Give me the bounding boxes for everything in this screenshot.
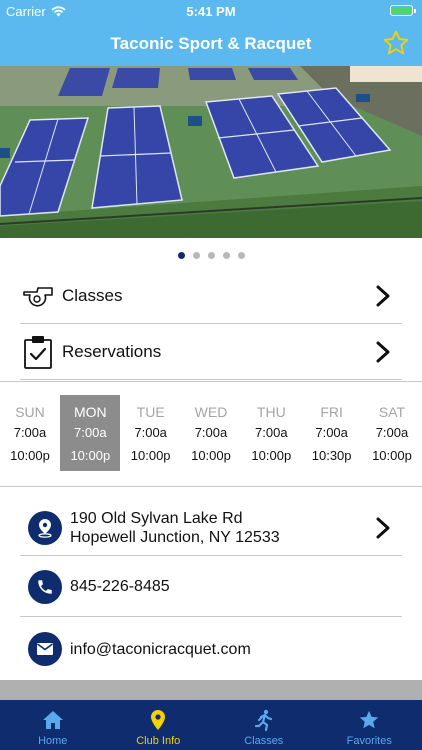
open-time: 7:00a bbox=[74, 425, 107, 440]
hours-day-thu: THU 7:00a 10:00p bbox=[241, 395, 301, 471]
hours-day-tue: TUE 7:00a 10:00p bbox=[121, 395, 181, 471]
address-row[interactable]: 190 Old Sylvan Lake Rd Hopewell Junction… bbox=[20, 500, 402, 556]
day-name: WED bbox=[194, 404, 228, 420]
page-dot-2[interactable] bbox=[192, 252, 200, 259]
page-dot-5[interactable] bbox=[237, 252, 245, 259]
page-dot-3[interactable] bbox=[207, 252, 215, 259]
open-time: 7:00a bbox=[13, 425, 47, 440]
open-time: 7:00a bbox=[315, 425, 348, 440]
home-icon bbox=[41, 708, 65, 732]
hours-day-sat: SAT 7:00a 10:00p bbox=[362, 395, 422, 471]
tab-label: Favorites bbox=[346, 735, 392, 747]
tab-label: Classes bbox=[244, 735, 284, 747]
clipboard-check-icon bbox=[20, 334, 56, 370]
chevron-right-icon bbox=[376, 341, 390, 362]
address-line2: Hopewell Junction, NY 12533 bbox=[70, 528, 280, 546]
open-time: 7:00a bbox=[194, 425, 228, 440]
address-line1: 190 Old Sylvan Lake Rd bbox=[70, 509, 243, 527]
location-pin-icon bbox=[28, 510, 62, 545]
page-dot-4[interactable] bbox=[222, 252, 230, 259]
status-bar: Carrier 5:41 PM bbox=[0, 0, 422, 22]
phone-row[interactable]: 845-226-8485 bbox=[20, 557, 402, 617]
tab-label: Home bbox=[38, 735, 68, 747]
runner-icon bbox=[252, 708, 276, 732]
day-name: TUE bbox=[136, 404, 165, 420]
menu-item-reservations[interactable]: Reservations bbox=[20, 324, 402, 380]
hours-day-fri: FRI 7:00a 10:30p bbox=[302, 395, 362, 471]
hours-day-sun: SUN 7:00a 10:00p bbox=[0, 395, 60, 471]
divider bbox=[0, 486, 422, 487]
address-text: 190 Old Sylvan Lake Rd Hopewell Junction… bbox=[70, 509, 374, 547]
tab-favorites[interactable]: Favorites bbox=[317, 700, 422, 750]
divider bbox=[0, 381, 422, 382]
page-dot-1[interactable] bbox=[177, 252, 185, 259]
chevron-right-icon bbox=[376, 285, 390, 306]
day-name: THU bbox=[256, 404, 286, 420]
hours-table: SUN 7:00a 10:00p MON 7:00a 10:00p TUE 7:… bbox=[0, 395, 422, 471]
close-time: 10:00p bbox=[70, 448, 111, 463]
email-row[interactable]: info@taconicracquet.com bbox=[20, 618, 402, 680]
day-name: FRI bbox=[320, 404, 343, 420]
day-name: SAT bbox=[378, 404, 406, 420]
tab-home[interactable]: Home bbox=[0, 700, 106, 750]
nav-bar: Taconic Sport & Racquet bbox=[0, 22, 422, 66]
close-time: 10:00p bbox=[251, 448, 292, 463]
hours-day-mon: MON 7:00a 10:00p bbox=[60, 395, 121, 471]
email-address: info@taconicracquet.com bbox=[70, 640, 251, 658]
menu-item-classes[interactable]: Classes bbox=[20, 268, 402, 324]
phone-icon bbox=[28, 569, 62, 604]
menu-item-label: Reservations bbox=[62, 341, 162, 361]
clock: 5:41 PM bbox=[186, 4, 236, 19]
star-outline-icon[interactable] bbox=[382, 29, 410, 57]
close-time: 10:30p bbox=[311, 448, 352, 463]
menu-item-label: Classes bbox=[62, 285, 123, 305]
open-time: 7:00a bbox=[375, 425, 409, 440]
tennis-courts-photo bbox=[0, 66, 422, 238]
close-time: 10:00p bbox=[191, 448, 231, 463]
star-icon bbox=[357, 708, 381, 732]
footer-band bbox=[0, 680, 422, 700]
map-pin-icon bbox=[146, 708, 170, 732]
page-indicator[interactable] bbox=[0, 252, 422, 262]
hours-day-wed: WED 7:00a 10:00p bbox=[181, 395, 241, 471]
tab-label: Club Info bbox=[136, 735, 181, 747]
open-time: 7:00a bbox=[255, 425, 288, 440]
close-time: 10:00p bbox=[10, 448, 50, 463]
whistle-icon bbox=[20, 278, 56, 314]
phone-number: 845-226-8485 bbox=[70, 578, 170, 595]
tab-bar: Home Club Info Classes Favorites bbox=[0, 700, 422, 750]
day-name: MON bbox=[73, 404, 107, 420]
battery-icon bbox=[390, 5, 416, 16]
close-time: 10:00p bbox=[372, 448, 412, 463]
page-title: Taconic Sport & Racquet bbox=[110, 34, 312, 53]
open-time: 7:00a bbox=[134, 425, 167, 440]
hero-image[interactable] bbox=[0, 66, 422, 238]
close-time: 10:00p bbox=[130, 448, 171, 463]
chevron-right-icon bbox=[376, 517, 390, 538]
day-name: SUN bbox=[15, 404, 45, 420]
tab-classes[interactable]: Classes bbox=[211, 700, 317, 750]
tab-club-info[interactable]: Club Info bbox=[106, 700, 212, 750]
mail-icon bbox=[28, 632, 62, 666]
